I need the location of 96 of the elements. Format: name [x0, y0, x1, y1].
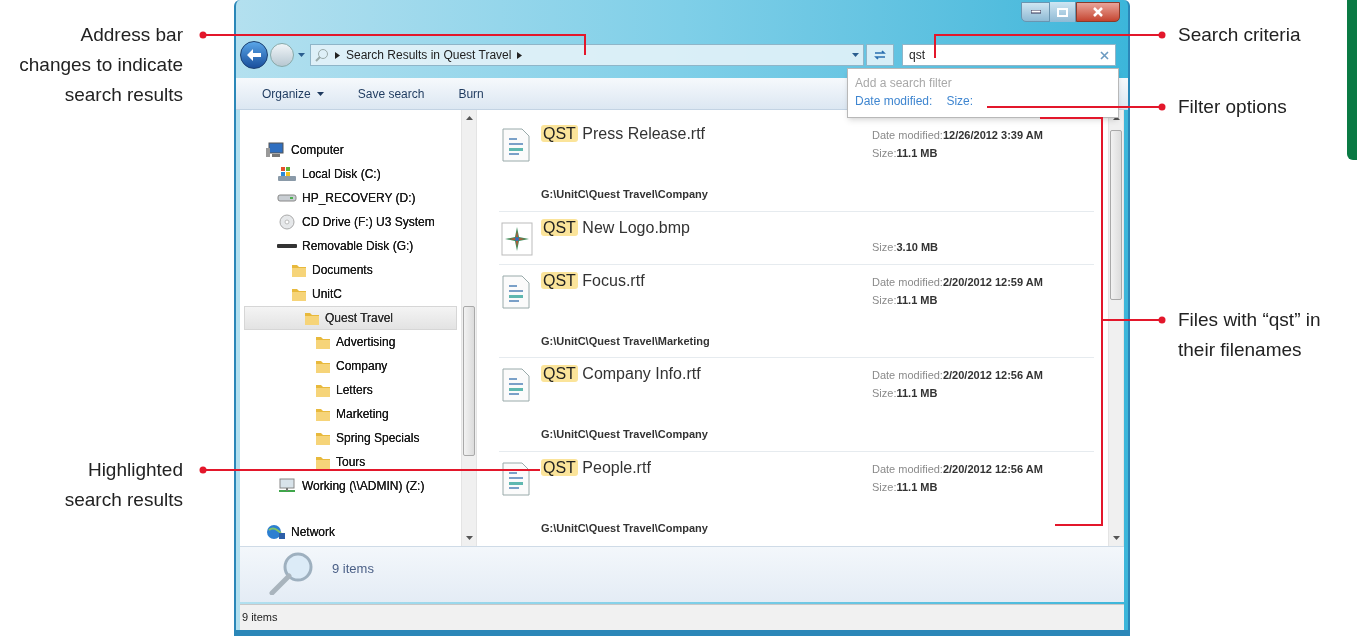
- folder-icon: [315, 358, 331, 374]
- scroll-down-icon[interactable]: [1113, 536, 1120, 540]
- maximize-button[interactable]: [1050, 2, 1076, 22]
- file-size: Size:11.1 MB: [872, 146, 939, 161]
- search-icon: [315, 48, 329, 62]
- document-icon: [501, 128, 531, 162]
- dropdown-heading: Add a search filter: [855, 75, 953, 92]
- folder-icon: [291, 286, 307, 302]
- nav-item[interactable]: Marketing: [240, 402, 461, 426]
- minimize-icon: [1030, 10, 1041, 14]
- file-path: G:\UnitC\Quest Travel\Company: [541, 520, 708, 536]
- clear-icon[interactable]: [1100, 50, 1109, 60]
- file-path: G:\UnitC\Quest Travel\Marketing: [541, 333, 710, 349]
- nav-item[interactable]: Local Disk (C:): [240, 162, 461, 186]
- search-field[interactable]: qst: [902, 44, 1116, 66]
- filter-link[interactable]: Size:: [946, 92, 974, 110]
- toolbar-button[interactable]: Burn: [458, 84, 484, 103]
- nav-item[interactable]: HP_RECOVERY (D:): [240, 186, 461, 210]
- nav-item[interactable]: CD Drive (F:) U3 System: [240, 210, 461, 234]
- scroll-down-icon[interactable]: [466, 536, 473, 540]
- file-path: G:\UnitC\Quest Travel\Company: [541, 187, 708, 202]
- nav-item[interactable]: Quest Travel: [244, 306, 457, 330]
- toolbar-button[interactable]: Save search: [357, 84, 425, 103]
- document-icon: [501, 368, 531, 402]
- file-size: Size:11.1 MB: [872, 479, 939, 495]
- folder-icon: [315, 382, 331, 398]
- computer-icon: [266, 142, 286, 158]
- scrollbar-thumb[interactable]: [1110, 130, 1122, 300]
- folder-icon: [315, 406, 331, 422]
- folder-icon: [315, 454, 331, 470]
- folder-icon: [315, 334, 331, 350]
- file-name[interactable]: QST Focus.rtf: [541, 268, 645, 293]
- document-icon: [501, 461, 531, 496]
- date-modified: Date modified:2/20/2012 12:56 AM: [872, 461, 1044, 477]
- folder-icon: [291, 262, 307, 278]
- address-bar[interactable]: Search Results in Quest Travel: [310, 44, 864, 66]
- nav-item[interactable]: UnitC: [240, 282, 461, 306]
- file-size: Size:11.1 MB: [872, 386, 939, 401]
- breadcrumb[interactable]: Search Results in Quest Travel: [346, 46, 512, 64]
- caret-icon: [297, 53, 305, 57]
- scrollbar-thumb[interactable]: [463, 306, 475, 456]
- nav-item[interactable]: Computer: [240, 138, 461, 162]
- nav-item[interactable]: Removable Disk (G:): [240, 234, 461, 258]
- nav-item[interactable]: Advertising: [240, 330, 461, 354]
- file-name[interactable]: QST New Logo.bmp: [541, 215, 690, 240]
- callout-label: Address bar changes to indicate search results: [19, 23, 183, 107]
- folder-icon: [304, 310, 320, 326]
- date-modified: Date modified:12/26/2012 3:39 AM: [872, 128, 1044, 143]
- refresh-button[interactable]: [866, 44, 894, 66]
- document-icon: [501, 274, 531, 309]
- maximize-icon: [1057, 7, 1068, 17]
- nav-item[interactable]: Letters: [240, 378, 461, 402]
- back-button[interactable]: [240, 41, 268, 69]
- status-text: 9 items: [242, 610, 278, 626]
- callout-label: Files with “qst” in their filenames: [1178, 308, 1321, 362]
- caret-icon: [316, 91, 324, 96]
- callout-label: Filter options: [1178, 95, 1287, 119]
- disc-icon: [277, 214, 297, 230]
- nav-item[interactable]: Working (\\ADMIN) (Z:): [240, 474, 461, 498]
- scroll-up-icon[interactable]: [466, 116, 473, 120]
- globe-icon: [266, 524, 286, 540]
- refresh-icon: [873, 49, 887, 61]
- drive-icon: [277, 244, 297, 248]
- nav-item[interactable]: Documents: [240, 258, 461, 282]
- minimize-button[interactable]: [1021, 2, 1050, 22]
- nav-item[interactable]: Company: [240, 354, 461, 378]
- file-size: Size:11.1 MB: [872, 292, 939, 308]
- file-name[interactable]: QST Company Info.rtf: [541, 362, 701, 386]
- chevron-icon: [517, 51, 523, 59]
- scrollbar[interactable]: [1108, 110, 1124, 546]
- network-drive-icon: [277, 478, 297, 494]
- nav-item[interactable]: Network: [240, 520, 461, 544]
- nav-item[interactable]: Spring Specials: [240, 426, 461, 450]
- nav-item[interactable]: Tours: [240, 450, 461, 474]
- file-name[interactable]: QST People.rtf: [541, 455, 651, 480]
- caret-icon: [852, 53, 859, 57]
- chevron-icon: [335, 51, 340, 59]
- callout-label: Search criteria: [1178, 23, 1301, 47]
- date-modified: Date modified:2/20/2012 12:56 AM: [872, 368, 1044, 383]
- scrollbar[interactable]: [461, 110, 477, 546]
- folder-icon: [315, 430, 331, 446]
- item-count: 9 items: [332, 560, 374, 578]
- callout-label: Highlighted search results: [64, 458, 183, 512]
- file-path: G:\UnitC\Quest Travel\Company: [541, 427, 708, 442]
- file-size: Size:3.10 MB: [872, 239, 940, 255]
- drive-icon: [277, 194, 297, 202]
- date-modified: Date modified:2/20/2012 12:59 AM: [872, 274, 1044, 290]
- toolbar-button[interactable]: Organize: [262, 84, 324, 103]
- scroll-up-icon[interactable]: [1113, 116, 1120, 120]
- disk-icon: [277, 166, 297, 182]
- image-file-icon: [501, 221, 533, 256]
- back-arrow-icon: [246, 48, 262, 62]
- filter-link[interactable]: Date modified:: [855, 92, 933, 110]
- close-icon: [1093, 7, 1103, 17]
- close-button[interactable]: [1076, 2, 1120, 22]
- file-name[interactable]: QST Press Release.rtf: [541, 122, 706, 146]
